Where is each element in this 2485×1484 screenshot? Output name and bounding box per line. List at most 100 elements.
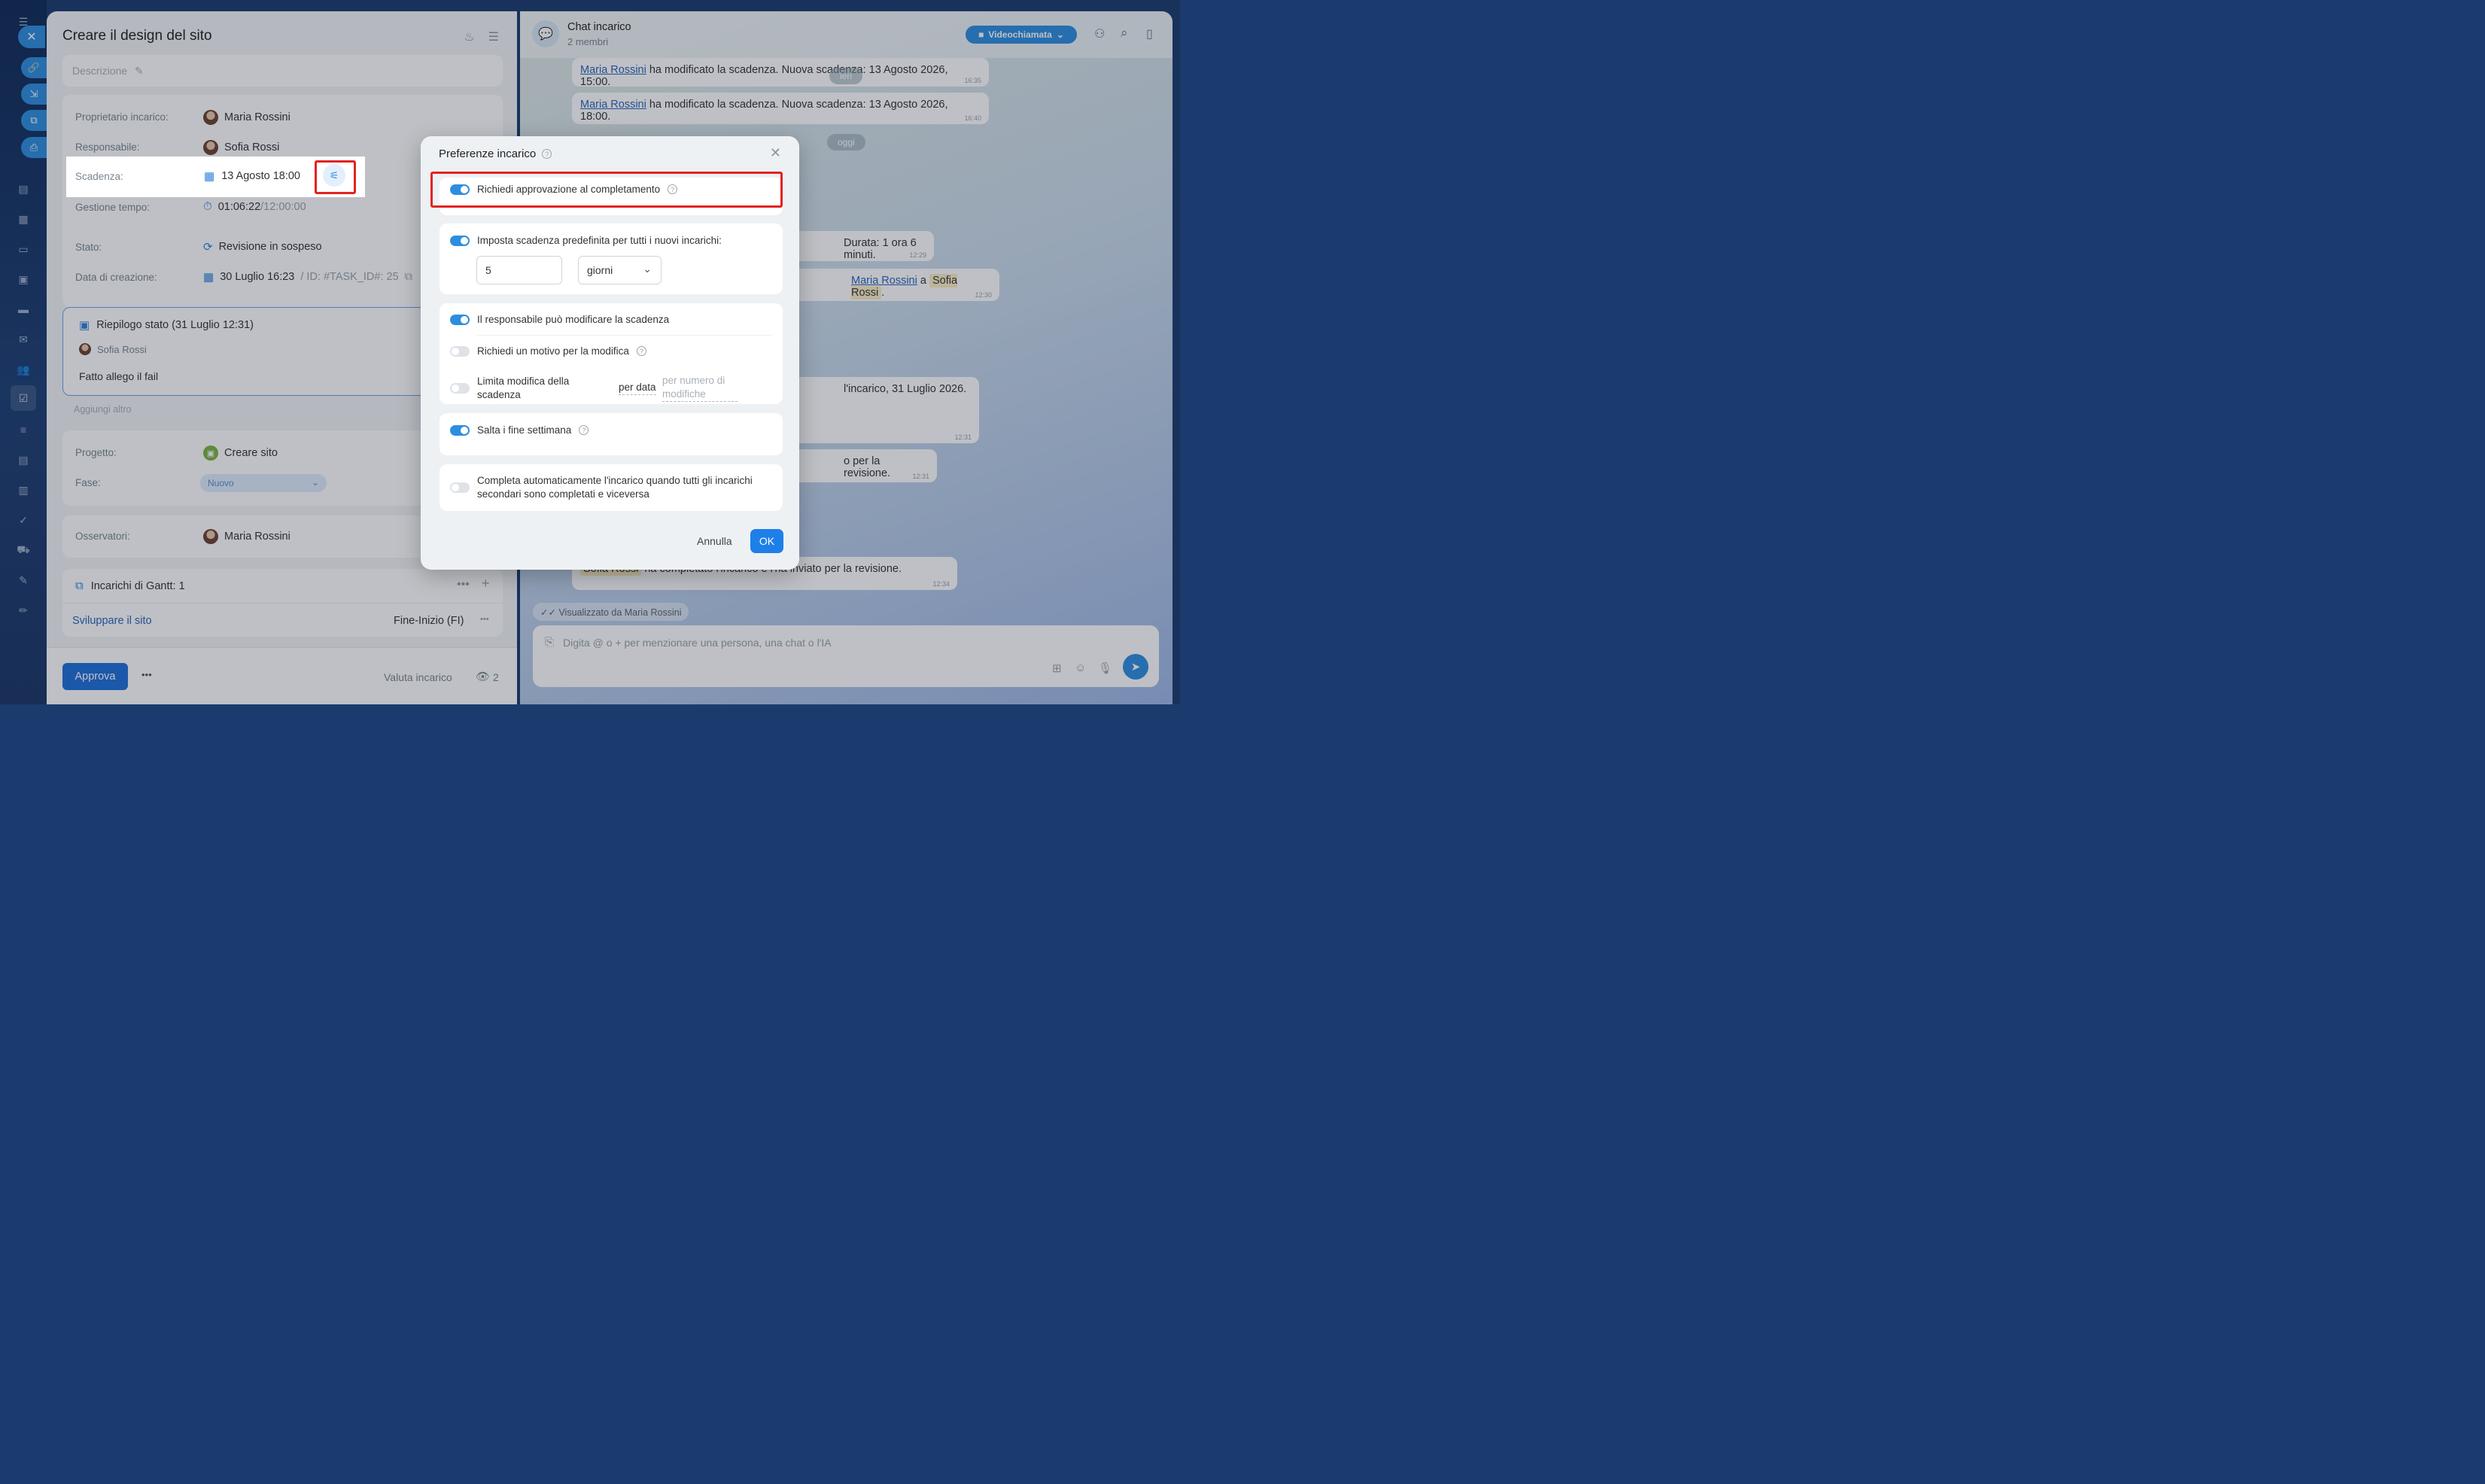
ok-button[interactable]: OK bbox=[750, 529, 783, 553]
responsible-edit-label: Il responsabile può modificare la scaden… bbox=[477, 314, 670, 325]
chat-icon: 💬 bbox=[532, 20, 559, 47]
cancel-button[interactable]: Annulla bbox=[697, 535, 732, 547]
chat-title: Chat incarico bbox=[567, 21, 631, 33]
sign-icon[interactable]: ✎ bbox=[15, 572, 32, 588]
check-circle-icon[interactable]: ✓ bbox=[15, 512, 32, 528]
deadline-days-input[interactable]: 5 bbox=[476, 256, 562, 284]
limit-by-date-option[interactable]: per data bbox=[619, 381, 656, 395]
archive-icon[interactable]: ▥ bbox=[15, 482, 32, 498]
double-check-icon: ✓✓ bbox=[540, 607, 556, 618]
emoji-icon[interactable]: ☺ bbox=[1075, 661, 1086, 674]
approve-button[interactable]: Approva bbox=[62, 663, 128, 690]
help-icon[interactable]: ? bbox=[636, 346, 646, 356]
filter-icon[interactable]: ≡ bbox=[15, 421, 32, 438]
phase-value: Nuovo bbox=[208, 478, 234, 488]
observer-name[interactable]: Maria Rossini bbox=[224, 531, 290, 543]
avatar bbox=[203, 140, 218, 155]
deadline-label: Scadenza: bbox=[75, 171, 123, 182]
board-icon[interactable]: ▣ bbox=[15, 271, 32, 287]
status-summary-card: ▣ Riepilogo stato (31 Luglio 12:31) Sofi… bbox=[62, 307, 439, 396]
message-text: o per la revisione. bbox=[844, 455, 891, 479]
default-deadline-section: Imposta scadenza predefinita per tutti i… bbox=[440, 224, 783, 294]
flame-icon[interactable]: ♨ bbox=[464, 29, 474, 44]
responsible-edit-toggle[interactable] bbox=[450, 314, 470, 325]
more-icon[interactable]: ••• bbox=[141, 669, 152, 680]
apps-icon[interactable]: ⊞ bbox=[1052, 661, 1062, 675]
copy-icon[interactable]: ⧉ bbox=[405, 271, 412, 283]
chevron-down-icon[interactable]: ⌄ bbox=[1057, 29, 1064, 40]
pen-icon[interactable]: ✏ bbox=[15, 602, 32, 619]
project-name[interactable]: Creare sito bbox=[224, 447, 278, 459]
attach-icon[interactable]: ⎘ bbox=[545, 636, 554, 649]
created-date: 30 Luglio 16:23 bbox=[220, 271, 295, 283]
task-title: Creare il design del sito bbox=[62, 28, 212, 44]
add-more-link[interactable]: Aggiungi altro bbox=[74, 404, 131, 415]
time-label: Gestione tempo: bbox=[75, 202, 151, 213]
require-reason-toggle[interactable] bbox=[450, 345, 470, 357]
phase-select[interactable]: Nuovo ⌄ bbox=[200, 474, 327, 492]
default-deadline-toggle[interactable] bbox=[450, 235, 470, 246]
cart-icon[interactable]: ⛟ bbox=[15, 542, 32, 558]
help-icon[interactable]: ? bbox=[579, 425, 589, 435]
message-user[interactable]: Maria Rossini bbox=[851, 275, 917, 287]
date-divider: oggi bbox=[827, 134, 865, 151]
rate-task-link[interactable]: Valuta incarico bbox=[384, 671, 452, 683]
card-icon[interactable]: ▬ bbox=[15, 301, 32, 318]
message-user[interactable]: Maria Rossini bbox=[580, 64, 646, 76]
users-icon[interactable]: 👥 bbox=[15, 361, 32, 378]
divider bbox=[476, 335, 772, 336]
document-icon[interactable]: ▤ bbox=[15, 181, 32, 197]
external-link-icon[interactable]: ⧉ bbox=[21, 110, 47, 131]
close-icon[interactable]: ✕ bbox=[770, 145, 781, 161]
list-icon[interactable]: ▤ bbox=[15, 452, 32, 468]
gantt-item[interactable]: Sviluppare il sito bbox=[72, 615, 152, 627]
skip-weekends-toggle[interactable] bbox=[450, 424, 470, 436]
microphone-icon[interactable]: 🎙 bbox=[1098, 661, 1112, 675]
message-input[interactable]: ⎘ Digita @ o + per menzionare una person… bbox=[533, 625, 1159, 687]
message-text: Durata: 1 ora 6 minuti. bbox=[844, 237, 917, 261]
responsible-name[interactable]: Sofia Rossi bbox=[224, 141, 279, 154]
views-count: 2 bbox=[493, 671, 499, 683]
chevron-down-icon: ⌄ bbox=[311, 477, 319, 488]
calendar-icon[interactable]: ▦ bbox=[15, 211, 32, 227]
add-user-icon[interactable]: ⚇ bbox=[1094, 26, 1105, 41]
created-label: Data di creazione: bbox=[75, 272, 157, 283]
deadline-unit-select[interactable]: giorni ⌄ bbox=[578, 256, 662, 284]
task-preferences-dialog: Preferenze incarico ? ✕ Richiedi approva… bbox=[421, 136, 799, 570]
more-icon[interactable]: ••• bbox=[457, 578, 470, 591]
help-icon[interactable]: ? bbox=[542, 149, 552, 159]
auto-complete-toggle[interactable] bbox=[450, 482, 470, 493]
summary-icon: ▣ bbox=[79, 319, 90, 332]
limit-edit-toggle[interactable] bbox=[450, 382, 470, 394]
gantt-icon: ⧉ bbox=[75, 579, 84, 592]
owner-name[interactable]: Maria Rossini bbox=[224, 111, 290, 123]
download-icon[interactable]: ⇲ bbox=[21, 84, 47, 105]
more-icon[interactable]: ••• bbox=[480, 615, 489, 624]
gantt-type[interactable]: Fine-Inizio (FI) bbox=[394, 615, 464, 627]
deadline-unit-value: giorni bbox=[587, 264, 613, 276]
description-field[interactable]: Descrizione ✎ bbox=[62, 55, 503, 87]
message-user[interactable]: Maria Rossini bbox=[580, 99, 646, 111]
send-button[interactable]: ➤ bbox=[1123, 654, 1148, 680]
close-icon[interactable]: ✕ bbox=[18, 26, 45, 48]
sidebar-toggle-icon[interactable]: ▯ bbox=[1146, 26, 1153, 41]
file-icon[interactable]: ▭ bbox=[15, 241, 32, 257]
link-icon[interactable]: 🔗 bbox=[21, 57, 47, 78]
limit-by-count-option[interactable]: per numero di modifiche bbox=[662, 374, 738, 402]
time-spent: 01:06:22 bbox=[217, 200, 261, 213]
plus-icon[interactable]: + bbox=[482, 576, 490, 591]
status-label: Stato: bbox=[75, 242, 102, 253]
search-icon[interactable]: ⌕ bbox=[1121, 26, 1128, 41]
calendar-icon: ▦ bbox=[203, 271, 214, 284]
video-call-button[interactable]: ■ Videochiamata ⌄ bbox=[966, 26, 1077, 44]
time-total: /12:00:00 bbox=[260, 200, 306, 213]
message-time: 12:34 bbox=[932, 580, 950, 588]
menu-icon[interactable]: ☰ bbox=[488, 29, 499, 44]
deadline-value[interactable]: 13 Agosto 18:00 bbox=[221, 170, 300, 182]
chat-members[interactable]: 2 membri bbox=[567, 36, 608, 47]
chat-message: Maria Rossini ha modificato la scadenza.… bbox=[572, 58, 989, 88]
mail-icon[interactable]: ✉ bbox=[15, 331, 32, 348]
print-icon[interactable]: ⎙ bbox=[21, 137, 47, 158]
date-divider: ieri bbox=[829, 68, 863, 84]
tasks-icon[interactable]: ☑ bbox=[11, 385, 36, 411]
